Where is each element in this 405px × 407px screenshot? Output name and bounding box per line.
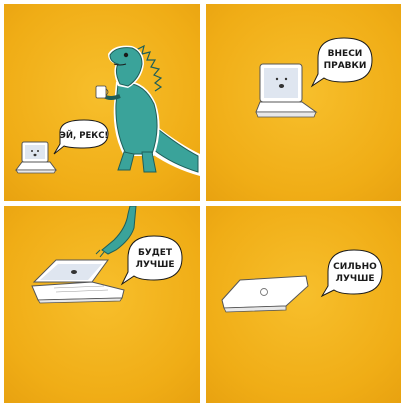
laptop-illustration (31, 259, 125, 304)
panel-1-scene: ЭЙ, РЕКС! (15, 44, 200, 176)
comic-panel-1: ЭЙ, РЕКС! (4, 4, 200, 201)
speech-text-3-line2: ЛУЧШЕ (136, 260, 175, 270)
laptop-illustration (15, 141, 57, 174)
panel-3-scene: БУДЕТ ЛУЧШЕ (31, 206, 183, 304)
speech-text-4-line2: ЛУЧШЕ (336, 274, 375, 284)
speech-text-2-line2: ПРАВКИ (324, 61, 367, 71)
panel-2-scene: ВНЕСИ ПРАВКИ (255, 37, 373, 118)
comic-panel-2: ВНЕСИ ПРАВКИ (206, 4, 401, 201)
speech-bubble-2: ВНЕСИ ПРАВКИ (310, 37, 373, 88)
speech-bubble-3: БУДЕТ ЛУЧШЕ (120, 235, 183, 286)
dinosaur-illustration (95, 44, 200, 176)
coffee-cup-icon (95, 85, 107, 99)
speech-bubble-1: ЭЙ, РЕКС! (53, 119, 109, 155)
panel-4-scene: СИЛЬНО ЛУЧШЕ (221, 249, 383, 313)
speech-text-1: ЭЙ, РЕКС! (60, 129, 109, 141)
speech-text-2-line1: ВНЕСИ (328, 49, 363, 59)
speech-text-4-line1: СИЛЬНО (333, 262, 377, 272)
speech-text-3-line1: БУДЕТ (138, 248, 173, 258)
speech-bubble-4: СИЛЬНО ЛУЧШЕ (320, 249, 383, 298)
comic-panel-4: СИЛЬНО ЛУЧШЕ (206, 206, 401, 403)
comic-panel-3: БУДЕТ ЛУЧШЕ (4, 206, 200, 403)
closed-laptop-illustration (221, 275, 309, 313)
laptop-illustration (255, 63, 318, 118)
comic-grid: ЭЙ, РЕКС! ВНЕСИ ПРАВКИ БУДЕТ ЛУЧШЕ СИЛЬН… (4, 4, 401, 403)
